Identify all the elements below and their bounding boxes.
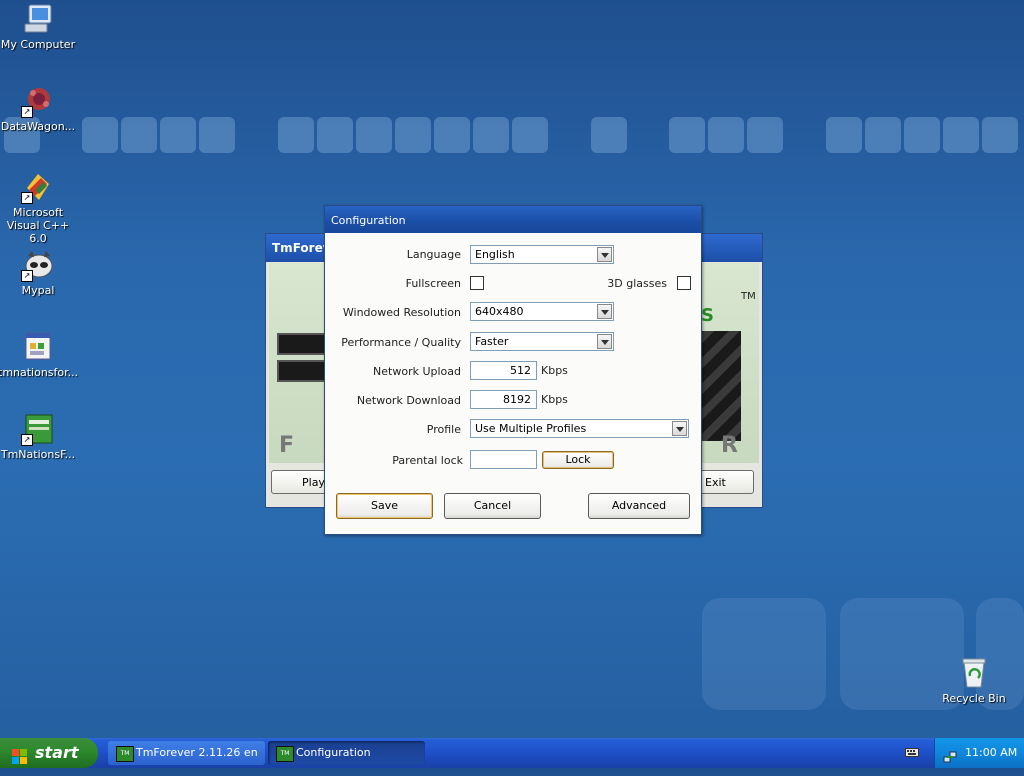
splash-tm: TM: [741, 291, 756, 302]
desktop-icon-label: tmnationsfor...: [0, 366, 79, 379]
profile-label: Profile: [426, 423, 461, 436]
taskbar: start TM TmForever 2.11.26 en TM Configu…: [0, 738, 1024, 768]
download-label: Network Download: [356, 394, 461, 407]
quality-select[interactable]: Faster: [470, 332, 614, 351]
cancel-button[interactable]: Cancel: [444, 493, 541, 519]
chevron-down-icon[interactable]: [597, 247, 612, 262]
3d-glasses-checkbox[interactable]: [677, 276, 691, 290]
language-select[interactable]: English: [470, 245, 614, 264]
my-computer-icon: [21, 2, 55, 36]
configuration-dialog: Configuration Language English Fullscree…: [324, 205, 702, 535]
lock-button[interactable]: Lock: [542, 451, 614, 469]
parental-lock-label: Parental lock: [392, 454, 463, 467]
desktop-icon-recycle-bin[interactable]: Recycle Bin: [934, 656, 1014, 705]
tmforever-icon: TM: [276, 746, 294, 762]
network-icon[interactable]: [943, 746, 957, 763]
tmnations-icon: ↗: [21, 412, 55, 446]
fullscreen-label: Fullscreen: [405, 277, 461, 290]
clock[interactable]: 11:00 AM: [965, 738, 1017, 768]
quality-value: Faster: [475, 335, 509, 348]
resolution-value: 640x480: [475, 305, 524, 318]
taskbar-item-label: Configuration: [296, 746, 371, 759]
recycle-bin-icon: [957, 656, 991, 690]
upload-label: Network Upload: [373, 365, 461, 378]
desktop-icon-label: Recycle Bin: [942, 692, 1006, 705]
shortcut-arrow-icon: ↗: [21, 192, 33, 204]
datawagon-icon: ↗: [21, 84, 55, 118]
language-value: English: [475, 248, 515, 261]
splash-s: S: [701, 305, 714, 326]
shortcut-arrow-icon: ↗: [21, 270, 33, 282]
tmforever-icon: TM: [116, 746, 134, 762]
shortcut-arrow-icon: ↗: [21, 434, 33, 446]
visual-cpp-icon: ↗: [21, 170, 55, 204]
resolution-label: Windowed Resolution: [342, 306, 461, 319]
chevron-down-icon[interactable]: [597, 334, 612, 349]
quality-label: Performance / Quality: [341, 336, 461, 349]
profile-value: Use Multiple Profiles: [475, 422, 587, 435]
desktop-icon-label: My Computer: [0, 38, 76, 51]
splash-bar: [277, 333, 329, 355]
desktop-icon-visual-cpp[interactable]: ↗ Microsoft Visual C++ 6.0: [0, 170, 78, 245]
keyboard-icon[interactable]: [905, 746, 919, 758]
chevron-down-icon[interactable]: [597, 304, 612, 319]
desktop-icon-label: TmNationsF...: [0, 448, 76, 461]
desktop-icon-tmnations-installer[interactable]: tmnationsfor...: [0, 330, 78, 379]
splash-letter-f: F: [279, 433, 295, 458]
windows-logo-icon: [12, 745, 28, 764]
taskbar-item-configuration[interactable]: TM Configuration: [268, 741, 425, 765]
taskbar-item-label: TmForever 2.11.26 en: [136, 746, 258, 759]
start-button[interactable]: start: [0, 738, 98, 768]
system-tray: 11:00 AM: [934, 738, 1024, 768]
taskbar-item-tmforever[interactable]: TM TmForever 2.11.26 en: [108, 741, 265, 765]
splash-letter-r: R: [721, 433, 738, 458]
upload-input[interactable]: 512: [470, 361, 537, 380]
upload-unit: Kbps: [541, 364, 568, 377]
language-label: Language: [406, 248, 461, 261]
advanced-button[interactable]: Advanced: [588, 493, 690, 519]
splash-bar: [277, 360, 329, 382]
desktop-icon-datawagon[interactable]: ↗ DataWagon...: [0, 84, 78, 133]
glasses-label: 3D glasses: [607, 277, 667, 290]
fullscreen-checkbox[interactable]: [470, 276, 484, 290]
mypal-icon: ↗: [21, 248, 55, 282]
dialog-title: Configuration: [325, 206, 701, 233]
desktop-icon-label: Microsoft Visual C++ 6.0: [6, 206, 70, 245]
desktop-icon-label: Mypal: [21, 284, 55, 297]
installer-icon: [21, 330, 55, 364]
download-unit: Kbps: [541, 393, 568, 406]
desktop-icon-my-computer[interactable]: My Computer: [0, 2, 78, 51]
start-label: start: [35, 743, 79, 762]
profile-select[interactable]: Use Multiple Profiles: [470, 419, 689, 438]
chevron-down-icon[interactable]: [672, 421, 687, 436]
desktop-icon-tmnations[interactable]: ↗ TmNationsF...: [0, 412, 78, 461]
resolution-select[interactable]: 640x480: [470, 302, 614, 321]
save-button[interactable]: Save: [336, 493, 433, 519]
shortcut-arrow-icon: ↗: [21, 106, 33, 118]
download-input[interactable]: 8192: [470, 390, 537, 409]
desktop-icon-mypal[interactable]: ↗ Mypal: [0, 248, 78, 297]
desktop-icon-label: DataWagon...: [0, 120, 76, 133]
parental-lock-input[interactable]: [470, 450, 537, 469]
